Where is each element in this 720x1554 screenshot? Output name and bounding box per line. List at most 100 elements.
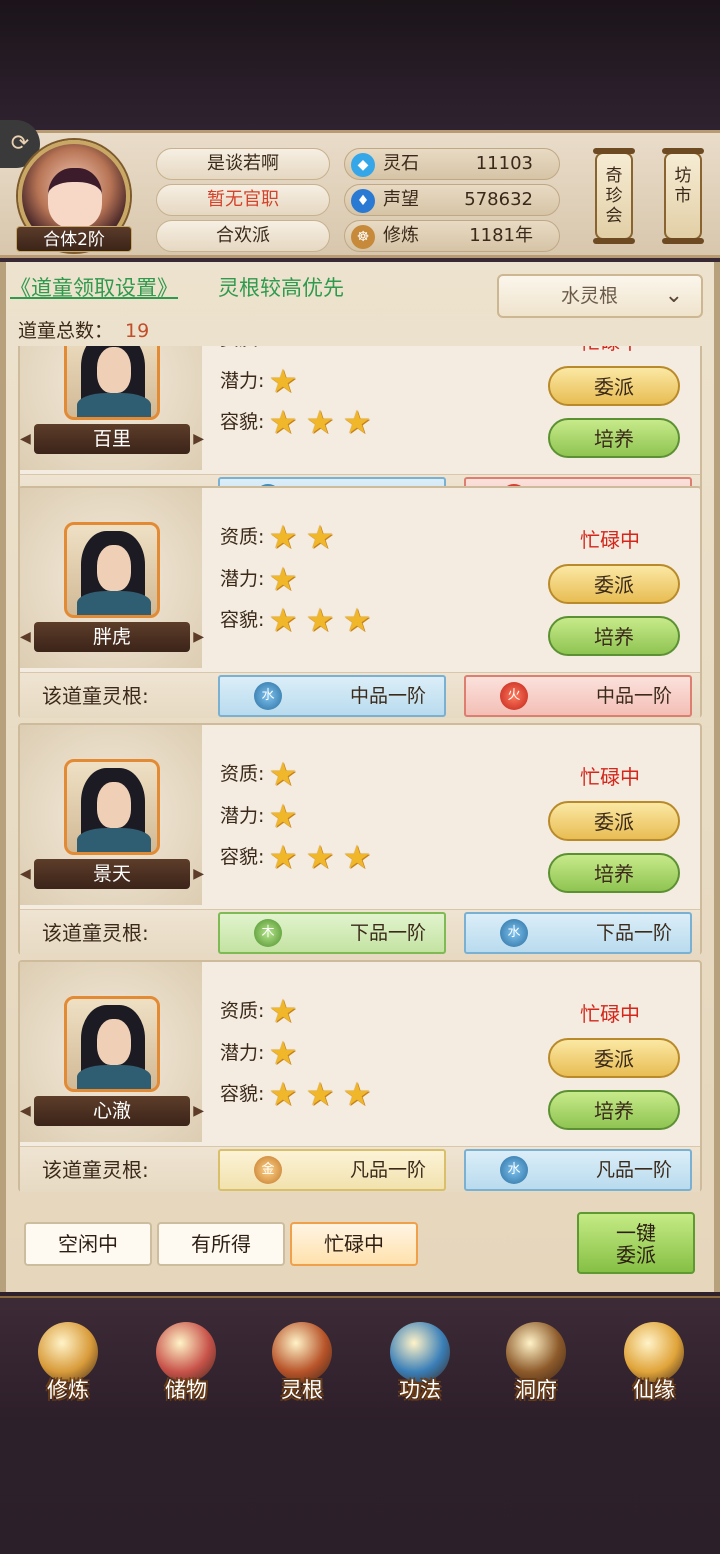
stat-value: 11103: [475, 153, 533, 174]
sect-name: 合欢派: [156, 220, 330, 252]
treasure-fair-button[interactable]: 奇珍会: [593, 148, 635, 244]
player-rank: 合体2阶: [16, 226, 132, 252]
aptitude-stars: ★: [264, 757, 301, 796]
star-icon: ★: [268, 403, 298, 441]
potential-row: 潜力: ★: [220, 799, 301, 833]
aptitude-label: 资质:: [220, 346, 264, 350]
potential-stars: ★: [264, 364, 301, 403]
nav-cultivate[interactable]: 修炼: [18, 1318, 118, 1414]
nav-storage-bag[interactable]: 储物: [136, 1318, 236, 1414]
busy-status: 忙碌中: [580, 1002, 640, 1026]
appearance-label: 容貌:: [220, 1083, 265, 1105]
busy-status: 忙碌中: [580, 765, 640, 789]
disciple-name: 百里: [20, 424, 204, 454]
aptitude-label: 资质:: [220, 763, 265, 785]
star-icon: ★: [305, 601, 335, 639]
appearance-row: 容貌: ★ ★ ★: [220, 840, 375, 874]
disciple-name: 景天: [20, 859, 204, 889]
market-button[interactable]: 坊市: [662, 148, 704, 244]
chevron-down-icon: ⌄: [664, 283, 683, 308]
star-icon: ★: [342, 601, 372, 639]
storage-bag-icon: [156, 1322, 216, 1382]
root-grade: 中品一阶: [595, 685, 672, 707]
stat-label: 灵石: [383, 153, 419, 174]
potential-stars: ★: [264, 1036, 301, 1075]
stat-reputation: ♦ 声望 578632: [344, 184, 560, 216]
star-icon: ★: [268, 518, 298, 556]
nav-label: 洞府: [515, 1378, 557, 1402]
aptitude-row: 资质: ★ ★: [220, 520, 338, 554]
train-button[interactable]: 培养: [548, 418, 680, 458]
star-icon: ★: [305, 1075, 335, 1113]
train-button[interactable]: 培养: [548, 616, 680, 656]
busy-status: 忙碌中: [580, 346, 640, 355]
aptitude-row: 资质: ★: [220, 994, 301, 1028]
market-label: 坊市: [674, 166, 692, 206]
spirit-root-badge: 火 中品一阶: [464, 675, 692, 717]
disciple-portrait[interactable]: [64, 759, 160, 855]
meditation-icon: ☸: [351, 225, 375, 249]
element-orb-icon: 金: [254, 1156, 282, 1184]
spirit-root-badge: 水 中品一阶: [218, 675, 446, 717]
star-icon: ★: [268, 362, 298, 400]
star-icon: ★: [268, 797, 298, 835]
spirit-roots-row: 该道童灵根: 水 中品一阶 火 中品一阶: [20, 672, 700, 718]
nav-scripture-book[interactable]: 功法: [370, 1318, 470, 1414]
potential-label: 潜力:: [220, 568, 265, 590]
spirit-root-icon: [272, 1322, 332, 1382]
total-value: 19: [125, 320, 150, 342]
nav-label: 储物: [165, 1378, 207, 1402]
disciple-portrait[interactable]: [64, 522, 160, 618]
star-icon: ★: [305, 838, 335, 876]
disciple-name: 心澈: [20, 1096, 204, 1126]
spirit-root-dropdown[interactable]: 水灵根 ⌄: [497, 274, 703, 318]
spirit-root-badge: 金 凡品一阶: [218, 1149, 446, 1191]
appearance-row: 容貌: ★ ★ ★: [220, 603, 375, 637]
star-icon: ★: [268, 601, 298, 639]
star-icon: ★: [342, 1075, 372, 1113]
portrait-face: [97, 1019, 131, 1065]
potential-stars: ★: [264, 562, 301, 601]
aptitude-row: 资质: ★: [220, 757, 301, 791]
settings-link[interactable]: 《道童领取设置》: [10, 272, 178, 302]
avatar-face: [48, 168, 102, 228]
disciple-portrait[interactable]: [64, 996, 160, 1092]
root-grade: 凡品一阶: [595, 1159, 672, 1181]
filter-gained[interactable]: 有所得: [157, 1222, 285, 1266]
aptitude-stars: ★ ★: [264, 520, 338, 559]
star-icon: ★: [268, 560, 298, 598]
dispatch-button[interactable]: 委派: [548, 366, 680, 406]
one-key-dispatch-button[interactable]: 一键 委派: [577, 1212, 695, 1274]
appearance-stars: ★ ★ ★: [264, 405, 375, 444]
disciple-list[interactable]: 百里 资质: 潜力:★ 容貌:★★★ 忙碌中 委派 培养 该道童灵根: 水 中品…: [18, 346, 702, 1196]
disciple-portrait-area: 胖虎: [20, 488, 204, 668]
train-button[interactable]: 培养: [548, 1090, 680, 1130]
train-button[interactable]: 培养: [548, 853, 680, 893]
root-grade: 下品一阶: [595, 922, 672, 944]
roots-label: 该道童灵根:: [42, 921, 149, 945]
disciple-portrait[interactable]: [64, 346, 160, 420]
nav-gourd[interactable]: 仙缘: [604, 1318, 704, 1414]
filter-busy[interactable]: 忙碌中: [290, 1222, 418, 1266]
dispatch-button[interactable]: 委派: [548, 801, 680, 841]
appearance-stars: ★ ★ ★: [264, 840, 375, 879]
disciple-total: 道童总数： 19: [18, 316, 149, 343]
roots-label: 该道童灵根:: [42, 1158, 149, 1182]
appearance-row: 容貌: ★ ★ ★: [220, 405, 375, 439]
dispatch-button[interactable]: 委派: [548, 1038, 680, 1078]
star-icon: ★: [305, 518, 335, 556]
nav-cave-mansion[interactable]: 洞府: [486, 1318, 586, 1414]
element-orb-icon: 水: [500, 1156, 528, 1184]
dispatch-button[interactable]: 委派: [548, 564, 680, 604]
busy-status: 忙碌中: [580, 528, 640, 552]
one-key-label-2: 委派: [616, 1243, 656, 1267]
official-title: 暂无官职: [156, 184, 330, 216]
stat-value: 578632: [464, 189, 533, 210]
appearance-label: 容貌:: [220, 846, 265, 868]
treasure-fair-label: 奇珍会: [605, 166, 623, 226]
nav-label: 仙缘: [633, 1378, 675, 1402]
filter-idle[interactable]: 空闲中: [24, 1222, 152, 1266]
disciple-card: 心澈 资质:★ 潜力:★ 容貌:★★★ 忙碌中 委派 培养 该道童灵根: 金 凡…: [18, 960, 702, 1192]
nav-spirit-root[interactable]: 灵根: [252, 1318, 352, 1414]
top-band: [0, 0, 720, 130]
